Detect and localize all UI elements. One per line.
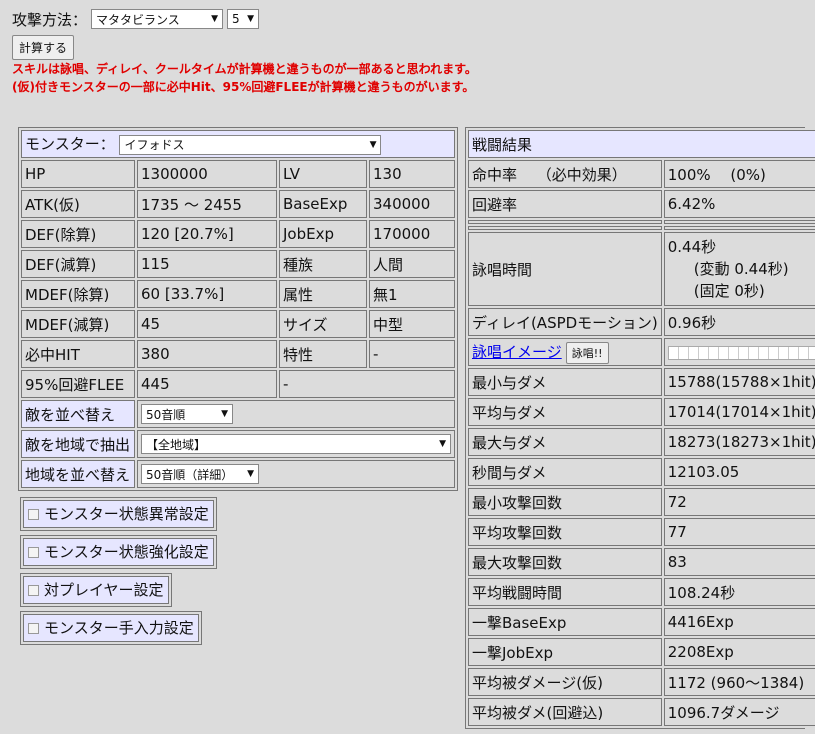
attack-controls: 攻撃方法： マタタビランス ▼ 5 ▼ 計算する スキルは詠唱、ディレイ、クールタイ… (12, 8, 477, 96)
attack-method-label: 攻撃方法： (12, 10, 88, 29)
monster-status-abnormal-toggle[interactable]: モンスター状態異常設定 (20, 497, 217, 531)
divider-row (468, 220, 815, 224)
table-row: 平均攻撃回数 77 (468, 518, 815, 546)
table-row: 秒間与ダメ 12103.05 (468, 458, 815, 486)
table-row: 地域を並べ替え 50音順（詳細） ▼ (21, 460, 455, 488)
table-row: DEF(除算) 120 [20.7%] JobExp 170000 (21, 220, 455, 248)
cast-button[interactable]: 詠唱!! (565, 341, 609, 364)
area-filter-label: 敵を地域で抽出 (21, 430, 135, 458)
table-row: ATK(仮) 1735 ～ 2455 BaseExp 340000 (21, 190, 455, 218)
monster-table: モンスター： イフォドス ▼ HP 1300000 LV 130 ATK(仮) 1735 … (19, 128, 457, 490)
monster-status-buff-toggle[interactable]: モンスター状態強化設定 (20, 535, 217, 569)
cast-time-label: 詠唱時間 (468, 232, 662, 306)
table-row: 平均与ダメ 17014(17014×1hit) (468, 398, 815, 426)
checkbox-icon[interactable] (28, 585, 39, 596)
table-row: 最小攻撃回数 72 (468, 488, 815, 516)
chevron-down-icon: ▼ (369, 139, 377, 150)
cast-image-link[interactable]: 詠唱イメージ (472, 343, 562, 361)
battle-result-title: 戦闘結果 (468, 130, 815, 158)
table-row: 敵を地域で抽出 【全地域】 ▼ (21, 430, 455, 458)
table-row: 最小与ダメ 15788(15788×1hit) (468, 368, 815, 396)
area-sort-select[interactable]: 50音順（詳細） ▼ (141, 464, 259, 484)
area-filter-select[interactable]: 【全地域】 ▼ (141, 434, 451, 454)
flee-label: 95%回避FLEE (21, 370, 135, 398)
table-row: 最大与ダメ 18273(18273×1hit) (468, 428, 815, 456)
table-row: 一撃BaseExp 4416Exp (468, 608, 815, 636)
table-row: 平均被ダメージ(仮) 1172 (960～1384) (468, 668, 815, 696)
table-row: 詠唱イメージ 詠唱!! (468, 338, 815, 366)
checkbox-icon[interactable] (28, 623, 39, 634)
battle-result-table: 戦闘結果 命中率 （必中効果） 100% (0%) 回避率 6.42% 詠唱時間 0… (466, 128, 815, 728)
warning-skill-timing: スキルは詠唱、ディレイ、クールタイムが計算機と違うものが一部あると思われます。 (12, 62, 477, 76)
table-row: 95%回避FLEE 445 - (21, 370, 455, 398)
monster-label: モンスター： (25, 135, 115, 154)
chevron-down-icon: ▼ (247, 469, 254, 479)
pvp-settings-toggle[interactable]: 対プレイヤー設定 (20, 573, 172, 607)
cast-time-value: 0.44秒 (変動 0.44秒) (固定 0秒) (663, 232, 815, 306)
table-row: DEF(減算) 115 種族 人間 (21, 250, 455, 278)
flee-value: 445 (137, 370, 277, 398)
chevron-down-icon: ▼ (247, 14, 255, 24)
area-sort-label: 地域を並べ替え (21, 460, 135, 488)
cast-progress-bar (667, 345, 815, 360)
checkbox-icon[interactable] (28, 547, 39, 558)
flee-extra: - (279, 370, 455, 398)
checkbox-icon[interactable] (28, 509, 39, 520)
attack-method-select[interactable]: マタタビランス ▼ (91, 9, 224, 29)
table-row: 最大攻撃回数 83 (468, 548, 815, 576)
table-row: 平均戦闘時間 108.24秒 (468, 578, 815, 606)
sort-monster-label: 敵を並べ替え (21, 400, 135, 428)
table-row: MDEF(減算) 45 サイズ 中型 (21, 310, 455, 338)
table-row: MDEF(除算) 60 [33.7%] 属性 無1 (21, 280, 455, 308)
table-row: ディレイ(ASPDモーション) 0.96秒 (468, 308, 815, 336)
table-row: 詠唱時間 0.44秒 (変動 0.44秒) (固定 0秒) (468, 232, 815, 306)
table-row: 命中率 （必中効果） 100% (0%) (468, 160, 815, 188)
table-row: 平均被ダメ(回避込) 1096.7ダメージ (468, 698, 815, 726)
table-row: 敵を並べ替え 50音順 ▼ (21, 400, 455, 428)
sort-monster-select[interactable]: 50音順 ▼ (141, 404, 233, 424)
table-row: 必中HIT 380 特性 - (21, 340, 455, 368)
chevron-down-icon: ▼ (439, 439, 446, 449)
table-row: HP 1300000 LV 130 (21, 160, 455, 188)
battle-result-panel: 戦闘結果 命中率 （必中効果） 100% (0%) 回避率 6.42% 詠唱時間 0… (465, 127, 815, 729)
skill-level-select[interactable]: 5 ▼ (227, 9, 260, 29)
warning-monster-hit-flee: (仮)付きモンスターの一部に必中Hit、95%回避FLEEが計算機と違うものがい… (12, 80, 475, 94)
calculate-button[interactable]: 計算する (12, 35, 75, 60)
divider-row (468, 226, 815, 230)
chevron-down-icon: ▼ (211, 14, 219, 24)
table-row: 回避率 6.42% (468, 190, 815, 218)
chevron-down-icon: ▼ (221, 409, 228, 419)
monster-select-row: モンスター： イフォドス ▼ (21, 130, 455, 158)
monster-panel: モンスター： イフォドス ▼ HP 1300000 LV 130 ATK(仮) 1735 … (18, 127, 458, 491)
monster-manual-input-toggle[interactable]: モンスター手入力設定 (20, 611, 202, 645)
monster-select[interactable]: イフォドス ▼ (119, 134, 382, 155)
table-row: 一撃JobExp 2208Exp (468, 638, 815, 666)
